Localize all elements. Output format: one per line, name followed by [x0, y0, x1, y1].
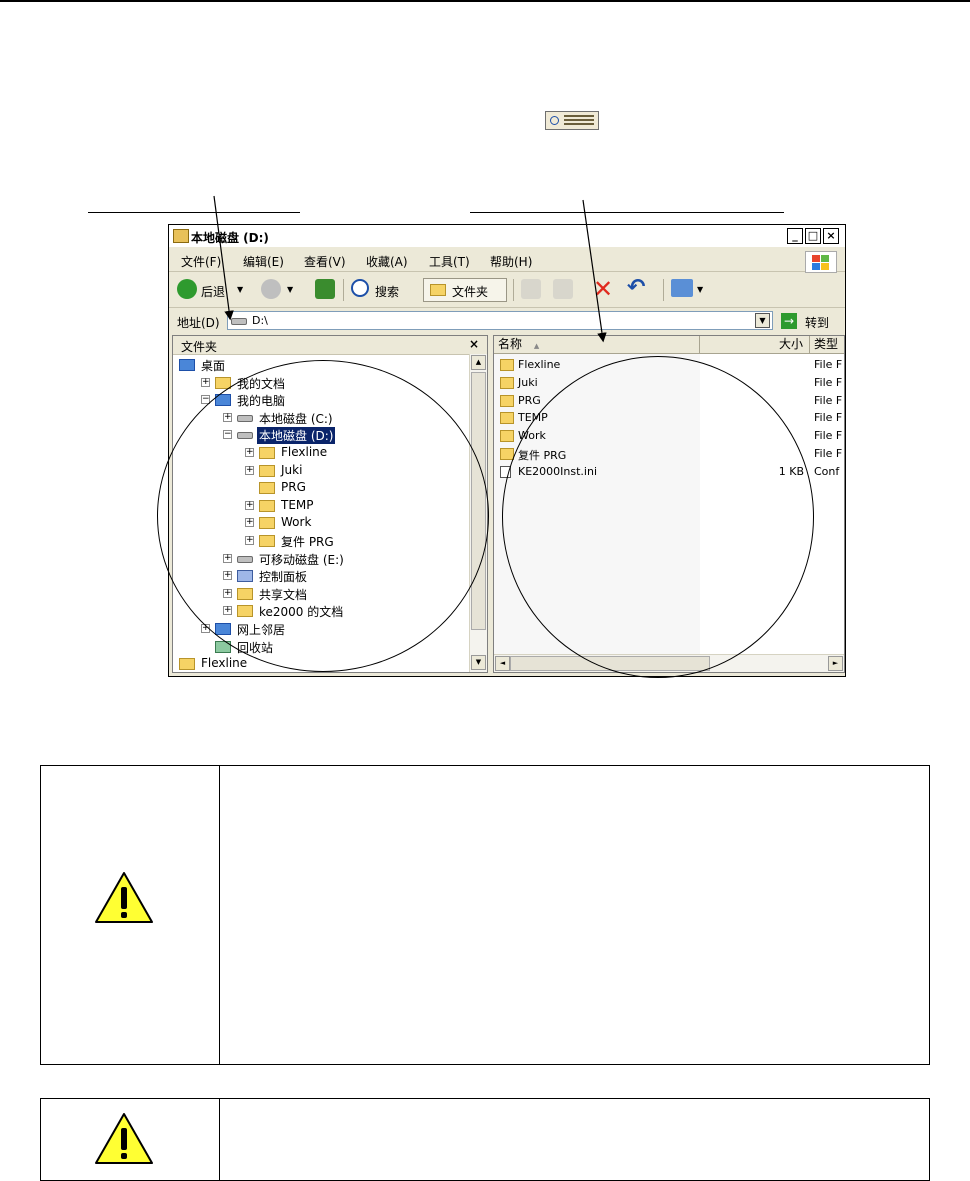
arrow-to-file-list: [582, 199, 607, 343]
warning-note-box-2: [40, 1098, 930, 1181]
annotation-arrows: [213, 195, 607, 343]
warning-note-box-1: [40, 765, 930, 1065]
arrow-to-address-bar: [213, 195, 234, 321]
warning-triangle-icon: [95, 872, 153, 923]
warning-triangle-icon: [95, 1113, 153, 1164]
